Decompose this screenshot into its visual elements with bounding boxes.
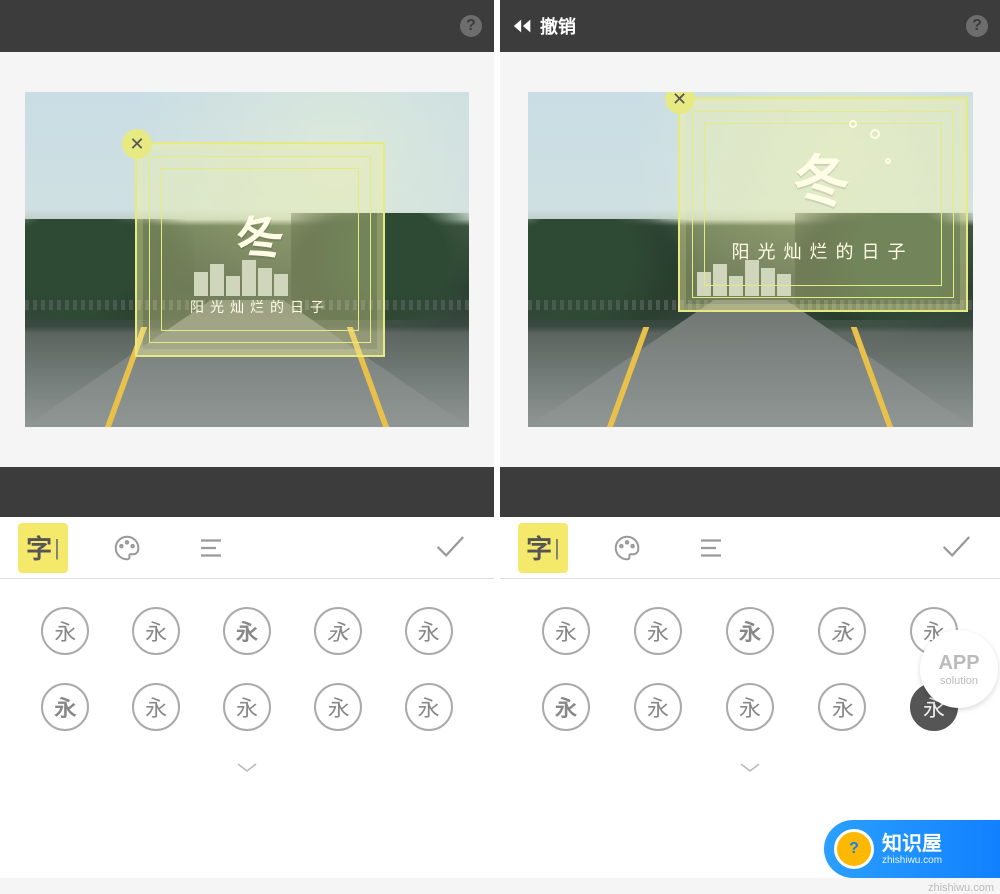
editor-pane-left: ? ✕ 冬 阳光灿烂的日子	[0, 0, 500, 878]
palette-icon	[112, 533, 142, 563]
help-icon[interactable]: ?	[966, 15, 988, 37]
photo-canvas[interactable]: ✕ 冬 阳光灿烂的日子	[528, 92, 973, 427]
photo-canvas[interactable]: ✕ 冬 阳光灿烂的日子	[25, 92, 469, 427]
tab-color[interactable]	[102, 523, 152, 573]
font-option[interactable]: 永	[41, 607, 89, 655]
monitor-icon: ?	[834, 829, 874, 869]
tab-align[interactable]	[186, 523, 236, 573]
help-icon[interactable]: ?	[460, 15, 482, 37]
align-icon	[696, 533, 726, 563]
font-option[interactable]: 永	[726, 607, 774, 655]
font-row-2: 永 永 永 永 永	[520, 683, 980, 731]
check-icon	[432, 528, 466, 562]
overlay-subtitle[interactable]: 阳光灿烂的日子	[190, 297, 330, 317]
palette-icon	[612, 533, 642, 563]
undo-label: 撤销	[540, 13, 576, 39]
canvas-area: ✕ 冬 阳光灿烂的日子	[500, 52, 1000, 467]
font-row-1: 永 永 永 永 永	[20, 607, 474, 655]
font-row-2: 永 永 永 永 永	[20, 683, 474, 731]
text-overlay-box[interactable]: ✕ 冬 阳光灿烂的日子	[678, 97, 968, 312]
tab-font[interactable]: 字|	[18, 523, 68, 573]
spacer-strip	[500, 467, 1000, 517]
editor-pane-right: 撤销 ? ✕ 冬	[500, 0, 1000, 878]
font-option[interactable]: 永	[634, 607, 682, 655]
font-option[interactable]: 永	[542, 683, 590, 731]
top-bar: ?	[0, 0, 494, 52]
canvas-area: ✕ 冬 阳光灿烂的日子	[0, 52, 494, 467]
watermark-url: zhishiwu.com	[928, 882, 994, 894]
font-option[interactable]: 永	[132, 683, 180, 731]
font-grid: 永 永 永 永 永 永 永 永 永 永	[0, 579, 494, 878]
font-option[interactable]: 永	[41, 683, 89, 731]
chevron-down-icon	[738, 761, 762, 775]
chevron-down-icon	[235, 761, 259, 775]
spacer-strip	[0, 467, 494, 517]
watermark-zhishiwu: ? 知识屋 zhishiwu.com	[824, 820, 1000, 878]
font-option[interactable]: 永	[314, 683, 362, 731]
font-option[interactable]: 永	[132, 607, 180, 655]
watermark-app-sub: solution	[940, 675, 978, 687]
tab-font[interactable]: 字|	[518, 523, 568, 573]
watermark-zsw-sub: zhishiwu.com	[882, 855, 942, 866]
text-overlay-box[interactable]: ✕ 冬 阳光灿烂的日子	[135, 142, 385, 357]
font-option[interactable]: 永	[726, 683, 774, 731]
font-option[interactable]: 永	[314, 607, 362, 655]
font-option[interactable]: 永	[405, 607, 453, 655]
check-icon	[938, 528, 972, 562]
tab-align[interactable]	[686, 523, 736, 573]
expand-fonts[interactable]	[20, 759, 474, 780]
watermark-app-title: APP	[938, 652, 979, 675]
overlay-subtitle[interactable]: 阳光灿烂的日子	[732, 238, 914, 264]
font-row-1: 永 永 永 永 永	[520, 607, 980, 655]
overlay-title[interactable]: 冬	[794, 137, 852, 218]
undo-button[interactable]: 撤销	[512, 13, 576, 39]
expand-fonts[interactable]	[520, 759, 980, 780]
tool-row: 字|	[500, 517, 1000, 579]
font-option[interactable]: 永	[542, 607, 590, 655]
top-bar: 撤销 ?	[500, 0, 1000, 52]
undo-icon	[512, 17, 534, 35]
confirm-button[interactable]	[432, 528, 466, 567]
font-option[interactable]: 永	[223, 683, 271, 731]
font-option[interactable]: 永	[405, 683, 453, 731]
watermark-app: APP solution	[920, 630, 998, 708]
tab-color[interactable]	[602, 523, 652, 573]
watermark-zsw-title: 知识屋	[882, 833, 942, 855]
align-icon	[196, 533, 226, 563]
font-option[interactable]: 永	[223, 607, 271, 655]
font-option[interactable]: 永	[818, 683, 866, 731]
close-icon[interactable]: ✕	[122, 129, 152, 159]
tool-row: 字|	[0, 517, 494, 579]
font-option[interactable]: 永	[818, 607, 866, 655]
confirm-button[interactable]	[938, 528, 972, 567]
font-option[interactable]: 永	[634, 683, 682, 731]
